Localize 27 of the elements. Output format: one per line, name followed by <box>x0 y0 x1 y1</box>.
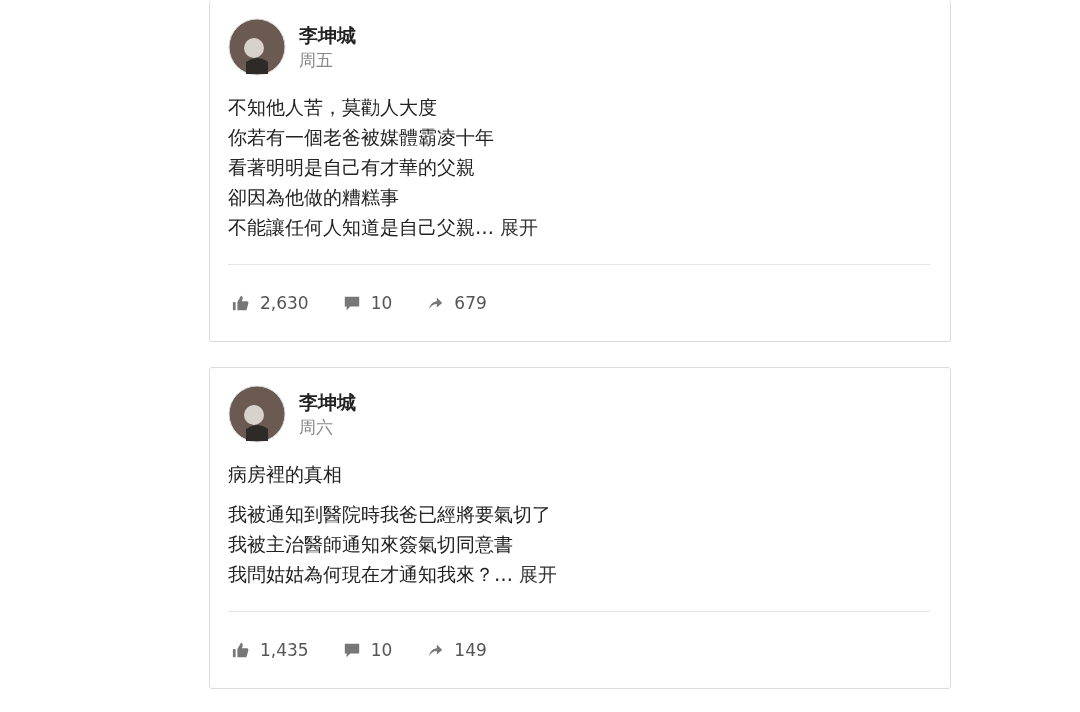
post-date: 周六 <box>299 416 334 439</box>
post-text: 看著明明是自己有才華的父親 <box>228 156 475 178</box>
post-text: 病房裡的真相 <box>228 463 342 485</box>
thumbs-up-icon[interactable] <box>232 641 250 659</box>
post-text: 我被主治醫師通知來簽氣切同意書 <box>228 533 513 555</box>
expand-link[interactable]: 展开 <box>519 563 557 585</box>
post-text: 我問姑姑為何現在才通知我來？… <box>228 563 513 585</box>
avatar-image[interactable] <box>228 385 286 443</box>
post-text: 不能讓任何人知道是自己父親… <box>228 216 494 238</box>
author-name[interactable]: 李坤城 <box>299 22 356 48</box>
share-count: 679 <box>454 293 487 313</box>
comment-icon[interactable] <box>342 294 361 312</box>
comment-icon[interactable] <box>342 641 361 659</box>
post-text: 你若有一個老爸被媒體霸凌十年 <box>228 126 494 148</box>
post-date: 周五 <box>299 49 334 72</box>
thumbs-up-icon[interactable] <box>232 294 250 312</box>
post-text: 我被通知到醫院時我爸已經將要氣切了 <box>228 503 551 525</box>
share-count: 149 <box>454 640 487 660</box>
like-count: 1,435 <box>260 640 309 660</box>
post-text: 不知他人苦，莫勸人大度 <box>228 96 437 118</box>
comment-count: 10 <box>370 640 393 660</box>
post-text: 卻因為他做的糟糕事 <box>228 186 399 208</box>
comment-count: 10 <box>370 293 393 313</box>
like-count: 2,630 <box>260 293 309 313</box>
expand-link[interactable]: 展开 <box>500 216 538 238</box>
author-name[interactable]: 李坤城 <box>299 389 356 415</box>
avatar-image[interactable] <box>228 18 286 76</box>
